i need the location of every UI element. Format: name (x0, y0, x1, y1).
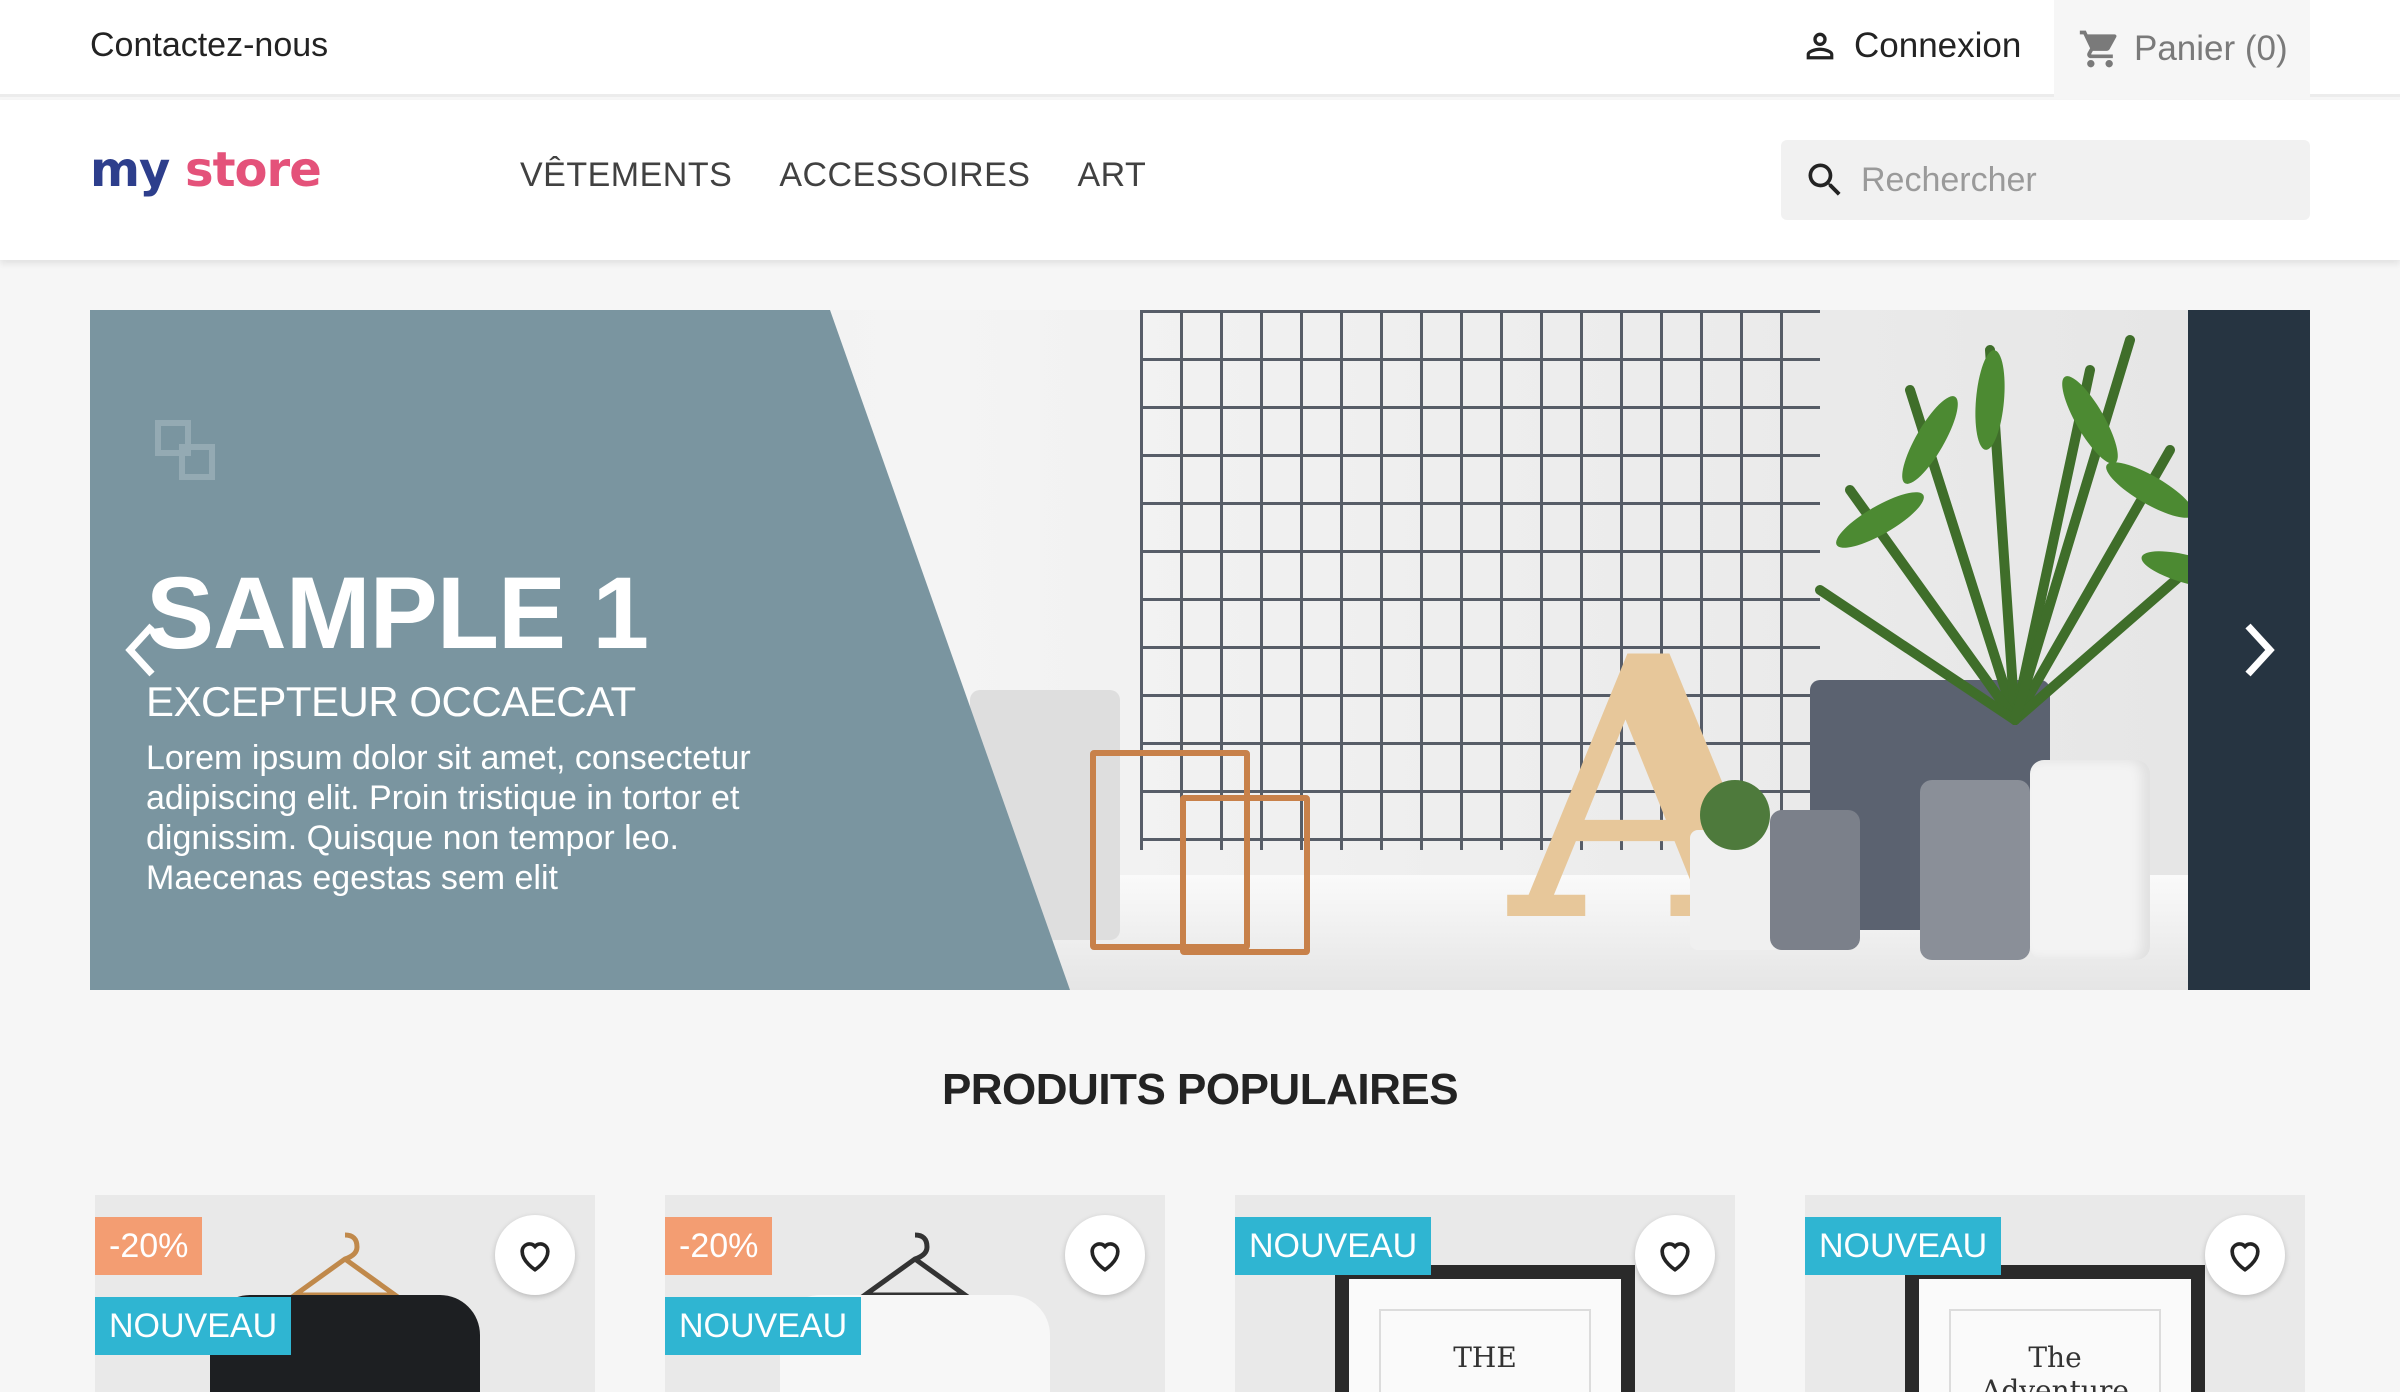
store-logo[interactable]: my store (90, 142, 322, 198)
menu-item-clothes[interactable]: VÊTEMENTS (520, 156, 732, 195)
slide-subtitle: EXCEPTEUR OCCAECAT (146, 678, 636, 725)
search-box (1781, 140, 2310, 220)
new-badge: NOUVEAU (95, 1297, 292, 1355)
hanger-icon (857, 1232, 973, 1298)
chevron-left-icon (125, 623, 155, 677)
new-badge: NOUVEAU (1235, 1217, 1432, 1275)
chevron-right-icon (2245, 623, 2275, 677)
plant-leaves-decor (1815, 335, 2239, 725)
product-card[interactable]: THE NOUVEAU (1235, 1195, 1735, 1392)
new-badge: NOUVEAU (665, 1297, 862, 1355)
slide-title: SAMPLE 1 (146, 556, 649, 670)
poster-frame: The Adventure (1905, 1265, 2205, 1392)
heart-icon (520, 1242, 550, 1272)
top-nav-bar: Contactez-nous Connexion Panier (0) (0, 0, 2400, 97)
login-label: Connexion (1854, 26, 2022, 65)
slide-description: Lorem ipsum dolor sit amet, consectetur … (146, 739, 751, 897)
main-header: my store VÊTEMENTS ACCESSOIRES ART (0, 100, 2400, 260)
cactus-decor (1700, 780, 1770, 850)
login-link[interactable]: Connexion (1800, 26, 2021, 66)
search-icon (1808, 163, 1841, 196)
wishlist-button[interactable] (1635, 1215, 1715, 1295)
product-card[interactable]: The Adventure NOUVEAU (1805, 1195, 2305, 1392)
cart-icon (2079, 30, 2117, 67)
hanger-icon (287, 1232, 403, 1298)
product-card[interactable]: -20% NOUVEAU (95, 1195, 595, 1392)
squares-icon (155, 420, 215, 480)
main-menu: VÊTEMENTS ACCESSOIRES ART (520, 156, 1146, 195)
wishlist-button[interactable] (495, 1215, 575, 1295)
lantern-decor-small (1180, 795, 1310, 955)
popular-products-heading: PRODUITS POPULAIRES (941, 1065, 1459, 1114)
new-badge: NOUVEAU (1805, 1217, 2002, 1275)
product-list: -20% NOUVEAU -20% NOUVEAU THE NOUVEAU Th… (0, 1195, 2400, 1392)
heart-icon (1660, 1242, 1690, 1272)
hero-carousel: A SAMPLE 1 EXCEPTEUR OCCAECAT Lorem ipsu… (90, 310, 2310, 990)
cart-label: Panier (0) (2134, 28, 2288, 68)
search-input[interactable] (1861, 160, 2281, 200)
heart-icon (2230, 1242, 2260, 1272)
wishlist-button[interactable] (1065, 1215, 1145, 1295)
candle-decor (2030, 760, 2150, 960)
wishlist-button[interactable] (2205, 1215, 2285, 1295)
poster-frame: THE (1335, 1265, 1635, 1392)
user-icon (1806, 32, 1834, 60)
poster-text: THE (1379, 1309, 1591, 1392)
heart-icon (1090, 1242, 1120, 1272)
carousel-prev-button[interactable] (110, 610, 170, 690)
contact-link[interactable]: Contactez-nous (90, 26, 328, 65)
logo-store: store (185, 142, 322, 198)
product-card[interactable]: -20% NOUVEAU (665, 1195, 1165, 1392)
menu-item-art[interactable]: ART (1077, 156, 1146, 195)
logo-my: my (90, 142, 170, 198)
candle-decor (1920, 780, 2030, 960)
menu-item-accessories[interactable]: ACCESSOIRES (779, 156, 1030, 195)
discount-badge: -20% (95, 1217, 203, 1275)
poster-text: The Adventure (1949, 1309, 2161, 1392)
candle-decor (1770, 810, 1860, 950)
discount-badge: -20% (665, 1217, 773, 1275)
carousel-next-button[interactable] (2230, 610, 2290, 690)
cart-button[interactable]: Panier (0) (2054, 0, 2310, 97)
